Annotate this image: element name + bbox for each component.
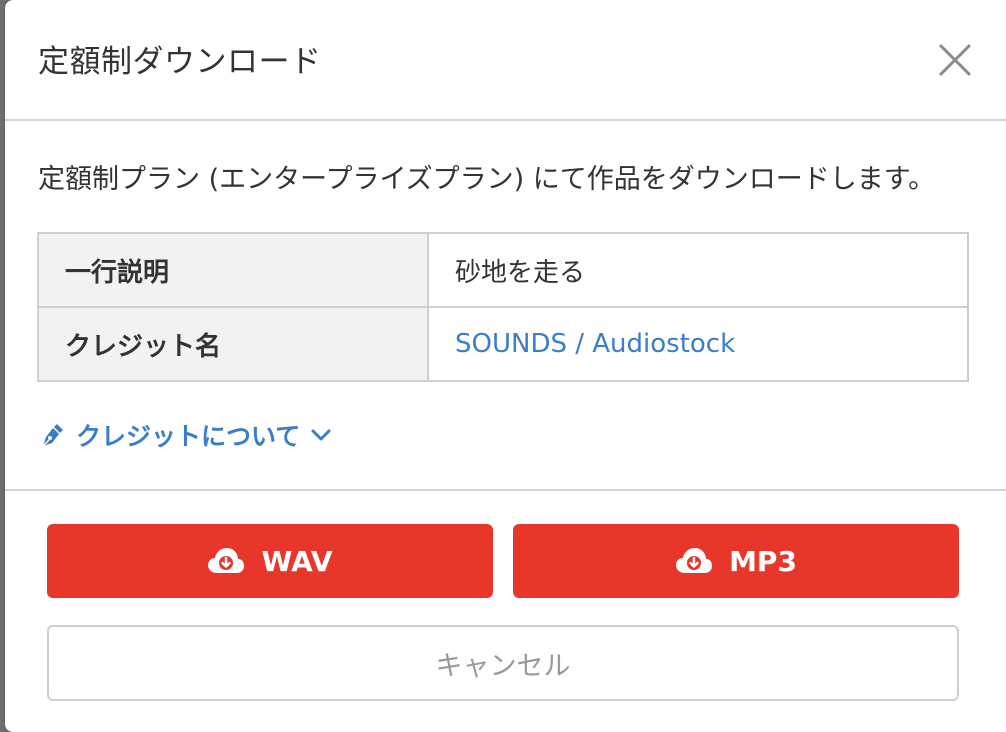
description-text: 定額制プラン (エンタープライズプラン) にて作品をダウンロードします。 — [38, 164, 936, 195]
pen-icon — [42, 424, 63, 447]
modal-body: 定額制プラン (エンタープライズプラン) にて作品をダウンロードします。 一行説… — [5, 121, 1006, 491]
chevron-down-icon — [311, 429, 331, 441]
modal-footer: WAV MP3 キャンセル — [5, 491, 1006, 732]
download-wav-button[interactable]: WAV — [47, 524, 493, 598]
cloud-download-icon — [208, 548, 245, 573]
row-label-description: 一行説明 — [37, 232, 429, 308]
credit-info-toggle-label: クレジットについて — [76, 422, 301, 451]
credit-info-toggle[interactable]: クレジットについて — [38, 417, 334, 453]
download-modal: 定額制ダウンロード 定額制プラン (エンタープライズプラン) にて作品をダウンロ… — [5, 0, 1006, 732]
cancel-button[interactable]: キャンセル — [47, 625, 959, 701]
table-row: 一行説明 砂地を走る — [37, 232, 969, 308]
row-value-description: 砂地を走る — [427, 232, 969, 308]
cloud-download-icon — [676, 548, 713, 573]
close-icon — [939, 44, 971, 76]
modal-title: 定額制ダウンロード — [38, 44, 322, 80]
close-button[interactable] — [935, 40, 975, 80]
modal-header: 定額制ダウンロード — [5, 0, 1006, 121]
download-wav-label: WAV — [261, 544, 333, 578]
credit-name-link[interactable]: SOUNDS / Audiostock — [427, 306, 969, 382]
row-label-credit: クレジット名 — [37, 306, 429, 382]
download-mp3-button[interactable]: MP3 — [513, 524, 959, 598]
table-row: クレジット名 SOUNDS / Audiostock — [37, 306, 969, 382]
info-table: 一行説明 砂地を走る クレジット名 SOUNDS / Audiostock — [37, 232, 969, 382]
download-mp3-label: MP3 — [729, 544, 797, 578]
